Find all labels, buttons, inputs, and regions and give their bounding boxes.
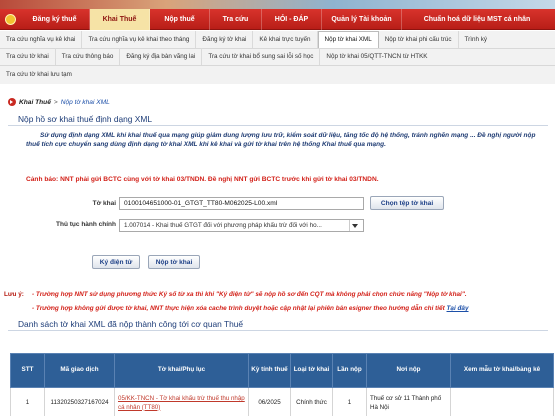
col-header-times: Lần nộp <box>332 353 367 388</box>
breadcrumb-root[interactable]: Khai Thuế <box>19 99 51 106</box>
notes-block: Lưu ý: - Trường hợp NNT sử dụng phương t… <box>4 291 552 319</box>
file-input[interactable]: 0100104651000-01_GTGT_TT80-M062025-L00.x… <box>119 197 364 210</box>
intro-text: Sử dụng định dạng XML khi khai thuế qua … <box>26 132 536 148</box>
divider <box>8 125 548 126</box>
subnav-item-nghia-vu-theo-thang[interactable]: Tra cứu nghĩa vụ kê khai theo tháng <box>82 30 197 48</box>
submitted-list-title: Danh sách tờ khai XML đã nộp thành công … <box>18 319 244 329</box>
sub-navigation: Tra cứu nghĩa vụ kê khai Tra cứu nghĩa v… <box>0 30 555 84</box>
nav-item-quan-ly-tai-khoan[interactable]: Quản lý Tài khoản <box>322 8 402 30</box>
note-line-2: - Trường hợp không gửi được tờ khai, NNT… <box>32 305 445 312</box>
subnav-item-tra-cuu-to-khai[interactable]: Tra cứu tờ khai <box>0 48 56 66</box>
breadcrumb-separator: > <box>53 98 58 106</box>
main-nav: Đăng ký thuế Khai Thuế Nộp thuế Tra cứu … <box>0 8 555 30</box>
file-label: Tờ khai <box>92 200 116 207</box>
form-title: Nộp hồ sơ khai thuế định dạng XML <box>18 114 152 124</box>
file-name: 0100104651000-01_GTGT_TT80-M062025-L00.x… <box>124 200 278 207</box>
col-header-code: Mã giao dịch <box>44 353 115 388</box>
cell-times: 1 <box>332 387 367 416</box>
procedure-select[interactable]: 1.007014 - Khai thuế GTGT đối với phương… <box>119 219 364 232</box>
help-link[interactable]: Tại đây <box>447 305 469 312</box>
col-header-place: Nơi nộp <box>366 353 451 388</box>
col-header-form: Tờ khai/Phụ lục <box>114 353 249 388</box>
chevron-down-icon <box>349 220 359 231</box>
cell-stt: 1 <box>10 387 45 416</box>
subnav-item-dang-ky-to-khai[interactable]: Đăng ký tờ khai <box>196 30 254 48</box>
cell-form-link[interactable]: 05/KK-TNCN - Tờ khai khấu trừ thuế thu n… <box>114 387 249 416</box>
procedure-selected-value: 1.007014 - Khai thuế GTGT đối với phương… <box>124 222 322 229</box>
subnav-item-bo-sung-sai-loi[interactable]: Tra cứu tờ khai bổ sung sai lỗi số học <box>202 48 321 66</box>
choose-file-button[interactable]: Chọn tệp tờ khai <box>370 196 444 210</box>
procedure-label: Thủ tục hành chính <box>56 221 116 228</box>
breadcrumb: Khai Thuế > Nộp tờ khai XML <box>8 97 110 107</box>
subnav-item-tra-cuu-nghia-vu[interactable]: Tra cứu nghĩa vụ kê khai <box>0 30 83 48</box>
submitted-table: STT Mã giao dịch Tờ khai/Phụ lục Kỳ tính… <box>10 353 554 416</box>
submit-button[interactable]: Nộp tờ khai <box>148 255 200 269</box>
nav-item-hoi-dap[interactable]: HỎI - ĐÁP <box>262 8 322 30</box>
nav-item-chuan-hoa-mst[interactable]: Chuẩn hoá dữ liệu MST cá nhân <box>402 9 552 30</box>
col-header-type: Loại tờ khai <box>290 353 333 388</box>
col-header-view: Xem mẫu tờ khai/bảng kê <box>450 353 554 388</box>
nav-item-nop-thue[interactable]: Nộp thuế <box>150 8 210 30</box>
cell-type: Chính thức <box>290 387 333 416</box>
breadcrumb-arrow-icon <box>8 98 16 106</box>
divider <box>8 330 548 331</box>
col-header-stt: STT <box>10 353 45 388</box>
subnav-row: Tra cứu tờ khai lưu tạm <box>0 66 555 84</box>
subnav-item-luu-tam[interactable]: Tra cứu tờ khai lưu tạm <box>0 66 78 83</box>
note-spacer <box>4 305 32 312</box>
table-header-row: STT Mã giao dịch Tờ khai/Phụ lục Kỳ tính… <box>10 353 554 388</box>
warning-text: Cảnh báo: NNT phải gửi BCTC cùng với tờ … <box>26 176 379 183</box>
subnav-item-dia-ban-vang-lai[interactable]: Đăng ký địa bàn vãng lai <box>120 48 203 66</box>
note-label: Lưu ý: <box>4 291 24 298</box>
subnav-item-phi-cau-truc[interactable]: Nộp tờ khai phi cấu trúc <box>379 30 459 48</box>
note-row: Lưu ý: - Trường hợp NNT sử dụng phương t… <box>4 291 552 298</box>
subnav-item-trinh-ky[interactable]: Trình ký <box>459 31 494 48</box>
col-header-period: Kỳ tính thuế <box>248 353 291 388</box>
subnav-row: Tra cứu nghĩa vụ kê khai Tra cứu nghĩa v… <box>0 30 555 49</box>
breadcrumb-current: Nộp tờ khai XML <box>60 98 110 106</box>
subnav-item-nop-to-khai-xml[interactable]: Nộp tờ khai XML <box>317 30 379 48</box>
nav-item-khai-thue[interactable]: Khai Thuế <box>90 8 150 30</box>
cell-code: 11320250327167024 <box>44 387 115 416</box>
subnav-item-ke-khai-truc-tuyen[interactable]: Kê khai trực tuyến <box>253 30 318 48</box>
emblem-icon <box>0 9 20 30</box>
subnav-item-tra-cuu-thong-bao[interactable]: Tra cứu thông báo <box>56 48 121 66</box>
cell-view[interactable] <box>450 387 554 416</box>
note-row: - Trường hợp không gửi được tờ khai, NNT… <box>4 305 552 312</box>
subnav-item-qtt-tncn[interactable]: Nộp tờ khai 05/QTT-TNCN từ HTKK <box>320 48 433 65</box>
nav-item-dang-ky-thue[interactable]: Đăng ký thuế <box>20 8 90 30</box>
sign-button[interactable]: Ký điện tử <box>92 255 140 269</box>
nav-item-tra-cuu[interactable]: Tra cứu <box>210 8 262 30</box>
subnav-row: Tra cứu tờ khai Tra cứu thông báo Đăng k… <box>0 48 555 66</box>
cell-place: Thuế cơ sở 11 Thành phố Hà Nội <box>366 387 451 416</box>
cell-period: 06/2025 <box>248 387 291 416</box>
note-line-1: - Trường hợp NNT sử dụng phương thức Ký … <box>32 291 467 298</box>
table-row: 1 11320250327167024 05/KK-TNCN - Tờ khai… <box>10 387 554 416</box>
